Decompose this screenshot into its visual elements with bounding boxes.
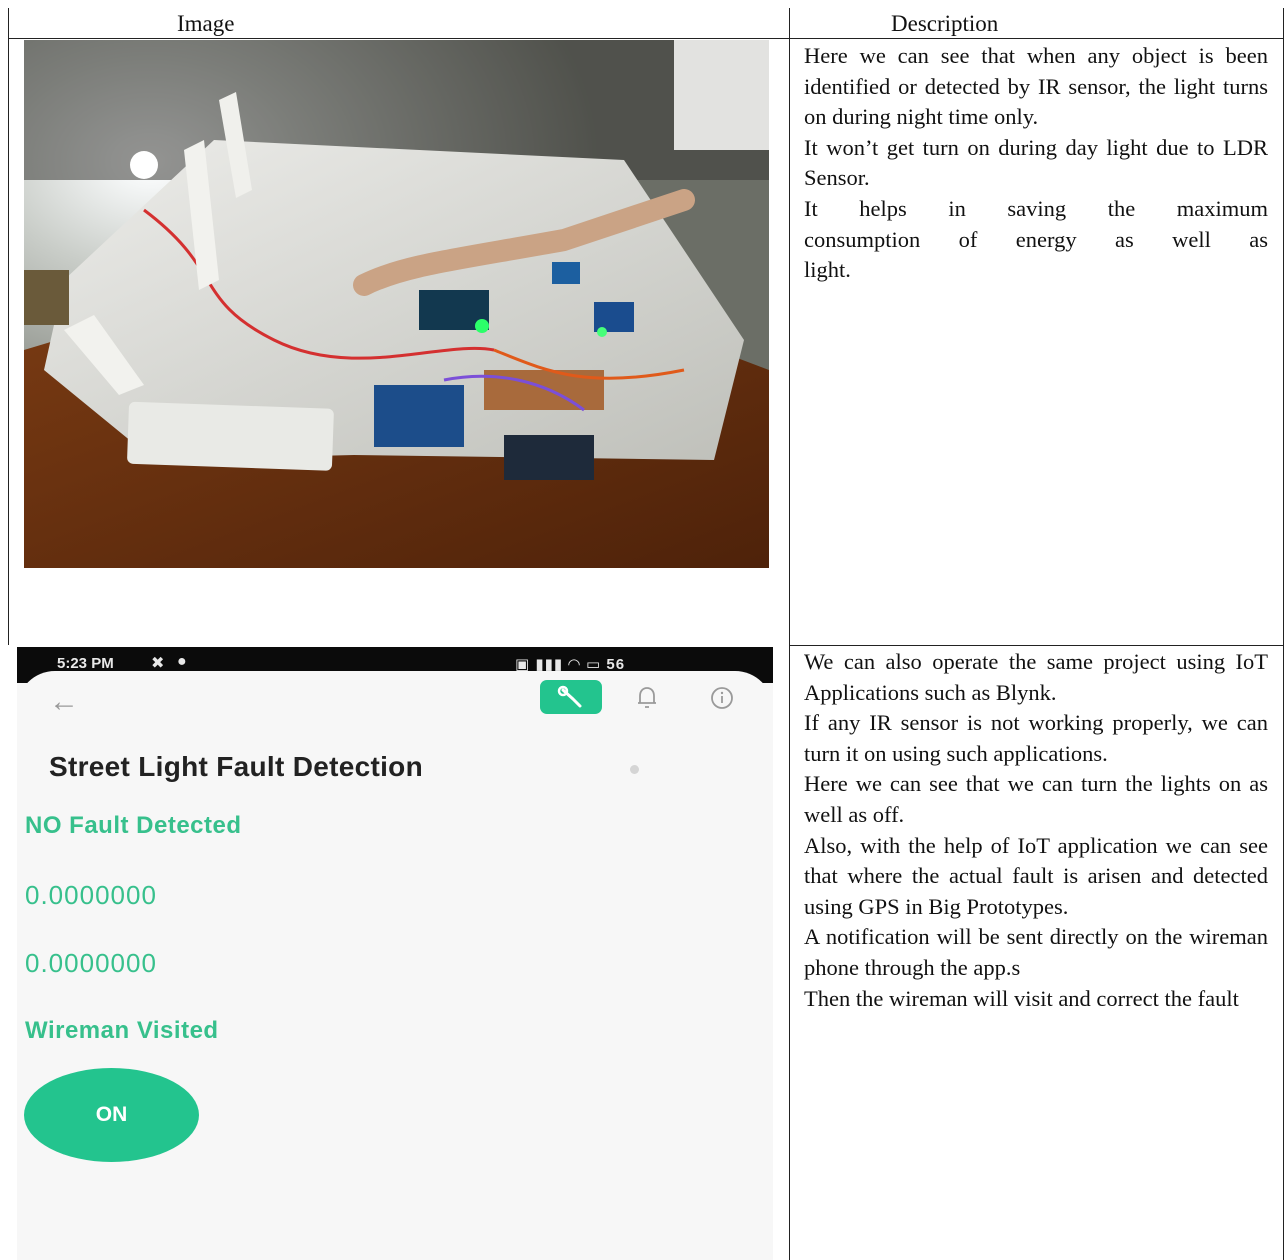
row1-paragraph-3: It helps in saving the maximum consumpti… bbox=[804, 195, 1268, 283]
row2-paragraph-1: We can also operate the same project usi… bbox=[804, 649, 1268, 705]
longitude-value: 0.0000000 bbox=[25, 948, 157, 978]
row2-paragraph-5: A notification will be sent directly on … bbox=[804, 924, 1268, 980]
table-center-divider bbox=[789, 8, 790, 1260]
wireman-status-label: Wireman Visited bbox=[25, 1017, 219, 1044]
status-alarm-icon: ✖ bbox=[151, 655, 165, 672]
table-right-border bbox=[1283, 8, 1284, 1260]
bell-icon[interactable] bbox=[635, 685, 659, 716]
document-table: Image Description Here we can see that w… bbox=[0, 0, 1285, 1260]
title-status-dot bbox=[630, 765, 639, 774]
row2-paragraph-2: If any IR sensor is not working properly… bbox=[804, 710, 1268, 766]
row1-paragraph-2: It won’t get turn on during day light du… bbox=[804, 134, 1268, 191]
wrench-icon bbox=[557, 685, 582, 708]
row1-paragraph-1: Here we can see that when any object is … bbox=[804, 43, 1268, 130]
status-time: 5:23 PM bbox=[57, 655, 114, 672]
prototype-photo-illustration bbox=[24, 40, 769, 568]
row2-description: We can also operate the same project usi… bbox=[804, 647, 1268, 1014]
prototype-photo bbox=[24, 40, 769, 568]
table-left-border bbox=[8, 8, 9, 645]
latitude-value: 0.0000000 bbox=[25, 880, 157, 910]
info-icon[interactable] bbox=[709, 685, 735, 716]
row2-paragraph-3: Here we can see that we can turn the lig… bbox=[804, 771, 1268, 827]
app-title: Street Light Fault Detection bbox=[49, 751, 423, 782]
light-switch-button[interactable]: ON bbox=[24, 1068, 199, 1162]
row-divider bbox=[789, 645, 1284, 646]
header-divider bbox=[8, 38, 1284, 39]
back-arrow-icon[interactable]: ← bbox=[49, 685, 79, 719]
image-column-header: Image bbox=[177, 11, 235, 36]
settings-wrench-button[interactable] bbox=[540, 680, 602, 714]
app-content: ← Street Light Fault Detection NO Fault … bbox=[17, 671, 773, 1260]
fault-status-label: NO Fault Detected bbox=[25, 812, 242, 839]
status-settings-icon: ● bbox=[177, 653, 187, 670]
row2-paragraph-4: Also, with the help of IoT application w… bbox=[804, 832, 1268, 919]
description-column-header: Description bbox=[891, 11, 999, 36]
row2-paragraph-6: Then the wireman will visit and correct … bbox=[804, 985, 1239, 1011]
blynk-app-screenshot: 5:23 PM ✖ ● ▣ ▮▮▮ ◠ ▭ 56 ← Street Light … bbox=[17, 647, 773, 1260]
row1-description: Here we can see that when any object is … bbox=[804, 41, 1268, 286]
